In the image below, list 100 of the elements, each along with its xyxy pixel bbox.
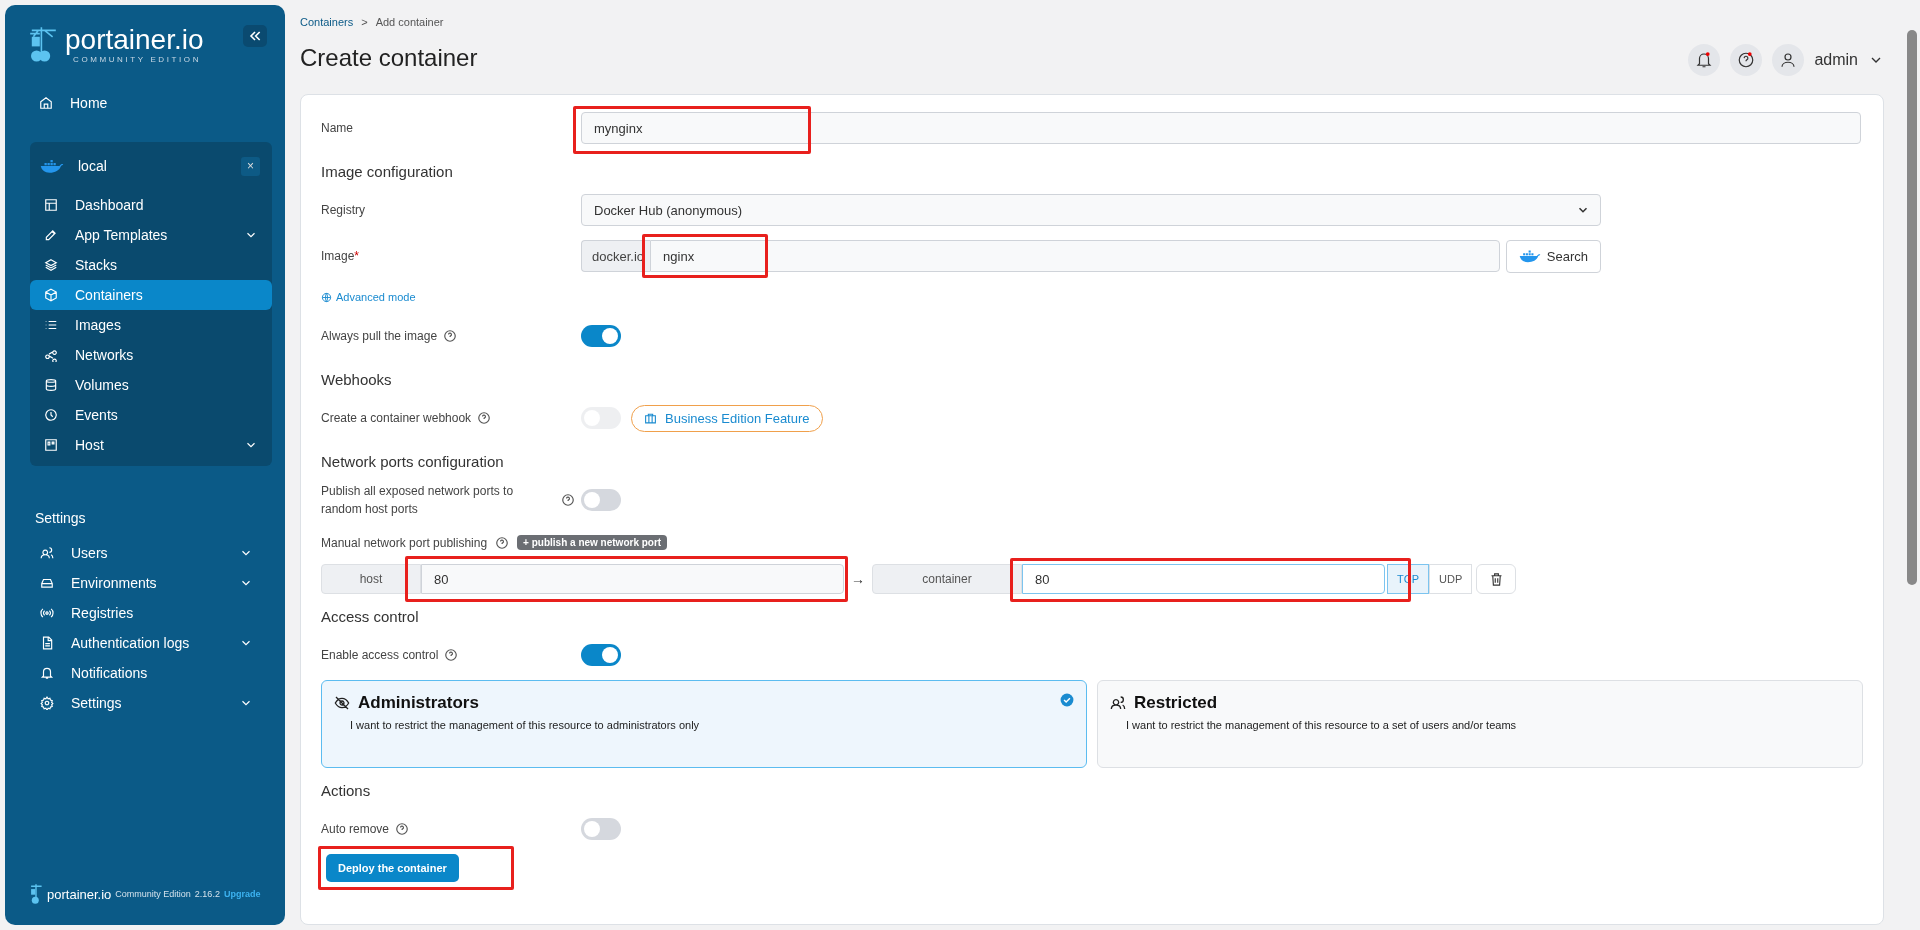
delete-button[interactable] (1476, 564, 1517, 594)
registry-select[interactable]: Docker Hub (anonymous) (581, 194, 1601, 226)
section-heading: Webhooks (321, 371, 393, 389)
search-button[interactable]: Search (1505, 239, 1601, 273)
section-heading: Image configuration (321, 163, 454, 181)
notifications-button[interactable] (1688, 44, 1721, 76)
name-input[interactable]: mynginx (581, 112, 1861, 144)
sidebar-item[interactable]: Volumes (30, 370, 272, 400)
settings-icon (40, 696, 54, 710)
box-icon (44, 288, 58, 302)
sidebar-item[interactable]: App Templates (30, 220, 272, 250)
container-port-input[interactable]: 80 (1022, 564, 1385, 594)
logo-edition: COMMUNITY EDITION (73, 55, 203, 64)
sidebar-item[interactable]: Networks (30, 340, 272, 370)
help-button[interactable] (1730, 44, 1763, 76)
access-option-card[interactable]: Restricted I want to restrict the management of this resource to a set of users and/or teams (1097, 680, 1863, 768)
layers-icon (44, 258, 58, 272)
environment-name: local (78, 158, 108, 174)
sidebar-item[interactable]: Host (30, 430, 272, 460)
page-title: Create container (300, 44, 478, 72)
host-port-input[interactable]: 80 (421, 564, 844, 594)
section-title: Settings (35, 510, 87, 526)
container-label: container (872, 564, 1022, 594)
breadcrumb-current: Add container (375, 16, 444, 28)
sidebar-item[interactable]: Environments (26, 568, 267, 598)
field-label: Registry (321, 203, 365, 217)
field-label: Enable access control (321, 648, 439, 662)
help-icon (1737, 51, 1756, 69)
whale-icon (1518, 249, 1541, 263)
sidebar-item[interactable]: Containers (30, 280, 272, 310)
bell-icon (1695, 51, 1714, 69)
add-port-button[interactable]: + publish a new network port (517, 535, 668, 550)
whale-icon (40, 158, 64, 174)
bell-icon (40, 666, 54, 680)
section-heading: Network ports configuration (321, 453, 505, 471)
collapse-button[interactable] (243, 25, 267, 47)
logo-icon (29, 883, 43, 905)
arrow: → (850, 571, 866, 587)
breadcrumb-separator: > (361, 16, 368, 28)
registry-prefix: docker.io (581, 240, 651, 272)
option-title: Restricted (1134, 693, 1218, 713)
home-nav-item[interactable]: Home (25, 88, 253, 118)
user-icon (1779, 51, 1798, 69)
edit-icon (44, 228, 58, 242)
eye-off-icon (334, 695, 350, 711)
help-icon (477, 411, 492, 425)
toggle-switch[interactable] (581, 818, 621, 840)
help-icon (495, 535, 510, 550)
deploy-button[interactable]: Deploy the container (326, 854, 459, 882)
sidebar-item[interactable]: Authentication logs (26, 628, 267, 658)
clock-icon (44, 408, 58, 422)
dashboard-icon (44, 198, 58, 212)
share-icon (44, 348, 58, 362)
option-title: Administrators (358, 693, 479, 713)
toggle-switch[interactable] (581, 644, 621, 666)
field-label: Always pull the image (321, 329, 438, 343)
help-icon (561, 493, 575, 507)
close-button[interactable]: × (241, 156, 260, 176)
toggle-switch[interactable] (581, 489, 621, 511)
logo-wordmark: portainer.io (65, 25, 204, 55)
footer-wordmark: portainer.io (47, 886, 112, 902)
field-label: Publish all exposed network ports to random host ports (321, 483, 515, 518)
version-label: 2.16.2 (194, 889, 220, 899)
sidebar-item[interactable]: Events (30, 400, 272, 430)
help-icon (443, 329, 458, 343)
server-icon (44, 438, 58, 452)
section-heading: Actions (321, 782, 372, 800)
check-icon (1060, 693, 1074, 707)
field-label: Auto remove (321, 822, 390, 836)
field-label: Image* (321, 249, 360, 263)
image-input[interactable]: nginx (650, 240, 1500, 272)
sidebar-item[interactable]: Settings (26, 688, 267, 718)
drive-icon (40, 576, 54, 590)
home-icon (39, 96, 53, 110)
advanced-mode-link[interactable]: Advanced mode (321, 291, 416, 303)
database-icon (44, 378, 58, 392)
option-description: I want to restrict the management of this resource to a set of users and/or teams (1126, 719, 1518, 731)
field-label: Create a container webhook (321, 411, 472, 425)
sidebar-item[interactable]: Notifications (26, 658, 267, 688)
field-label: Manual network port publishing (321, 535, 488, 550)
field-label: Name (321, 121, 353, 135)
access-option-card[interactable]: Administrators I want to restrict the management of this resource to administrators only (321, 680, 1087, 768)
sidebar-item[interactable]: Images (30, 310, 272, 340)
section-heading: Access control (321, 608, 420, 626)
breadcrumb-link[interactable]: Containers (300, 16, 354, 28)
sidebar-item[interactable]: Dashboard (30, 190, 272, 220)
users-icon (40, 546, 54, 560)
option-description: I want to restrict the management of this resource to administrators only (350, 719, 701, 731)
broadcast-icon (40, 606, 54, 620)
sidebar-item[interactable]: Stacks (30, 250, 272, 280)
user-menu[interactable]: admin (1772, 44, 1884, 76)
sidebar-item[interactable]: Registries (26, 598, 267, 628)
globe-icon (321, 291, 332, 303)
toggle-switch[interactable] (581, 325, 621, 347)
edition-label: Community Edition (115, 889, 191, 899)
logo-icon (27, 25, 59, 63)
sidebar-item[interactable]: Users (26, 538, 267, 568)
host-label: host (321, 564, 421, 594)
help-icon (395, 822, 410, 836)
protocol-toggle[interactable]: UDP (1429, 564, 1473, 594)
